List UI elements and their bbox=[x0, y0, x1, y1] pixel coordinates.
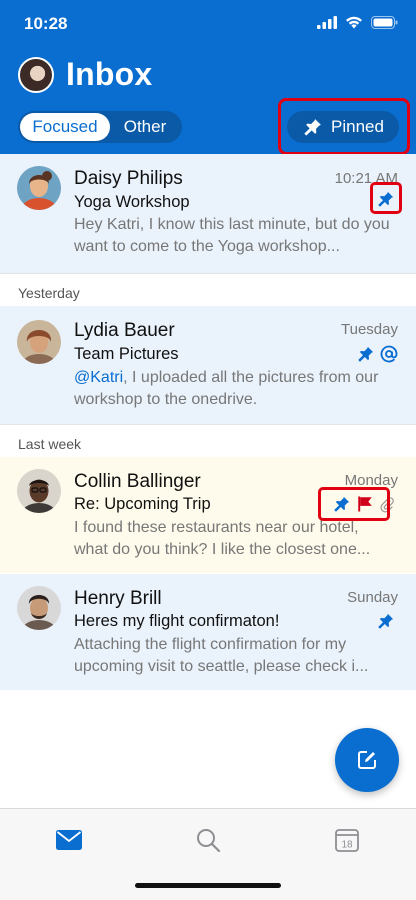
section-header-yesterday: Yesterday bbox=[0, 273, 416, 306]
email-row[interactable]: Collin Ballinger Monday Re: Upcoming Tri… bbox=[0, 457, 416, 573]
home-indicator bbox=[135, 883, 281, 888]
app-header: 10:28 Inbox Focused Other Pinned bbox=[0, 0, 416, 155]
email-subject: Yoga Workshop bbox=[74, 193, 190, 211]
inbox-segmented-control: Focused Other bbox=[18, 111, 182, 143]
signal-icon bbox=[317, 16, 337, 29]
email-status-icons bbox=[377, 612, 395, 630]
highlight-box bbox=[278, 98, 410, 155]
email-status-icons bbox=[357, 344, 399, 364]
mention-icon bbox=[380, 345, 398, 363]
email-preview: @Katri, I uploaded all the pictures from… bbox=[74, 367, 394, 411]
divider bbox=[0, 424, 416, 425]
email-subject: Team Pictures bbox=[74, 345, 179, 363]
calendar-icon: 18 bbox=[335, 829, 359, 852]
email-preview: Attaching the flight confirmation for my… bbox=[74, 636, 369, 675]
sender-avatar bbox=[17, 469, 61, 513]
sender-avatar bbox=[17, 320, 61, 364]
section-header-last-week: Last week bbox=[0, 424, 416, 457]
pin-icon bbox=[358, 346, 374, 362]
sender-name: Lydia Bauer bbox=[74, 320, 175, 341]
tab-other[interactable]: Other bbox=[110, 113, 180, 141]
tab-focused[interactable]: Focused bbox=[20, 113, 110, 141]
email-subject: Heres my flight confirmaton! bbox=[74, 612, 280, 630]
title-row: Inbox bbox=[18, 56, 152, 93]
email-date: Tuesday bbox=[341, 321, 398, 338]
sender-name: Daisy Philips bbox=[74, 168, 183, 189]
pin-icon bbox=[378, 613, 394, 629]
status-time: 10:28 bbox=[24, 14, 68, 33]
email-row[interactable]: Henry Brill Sunday Heres my flight confi… bbox=[0, 574, 416, 690]
highlight-box bbox=[370, 182, 402, 214]
search-icon bbox=[197, 829, 221, 853]
email-preview: I found these restaurants near our hotel… bbox=[74, 519, 371, 558]
page-title: Inbox bbox=[66, 56, 153, 92]
wifi-icon bbox=[346, 16, 362, 29]
divider bbox=[0, 273, 416, 274]
email-row[interactable]: Lydia Bauer Tuesday Team Pictures @Katri… bbox=[0, 306, 416, 424]
mail-icon bbox=[56, 830, 82, 850]
tab-mail[interactable] bbox=[49, 825, 89, 855]
account-avatar[interactable] bbox=[18, 56, 54, 93]
email-row[interactable]: Daisy Philips 10:21 AM Yoga Workshop Hey… bbox=[0, 154, 416, 273]
email-date: Sunday bbox=[347, 589, 398, 606]
email-preview: Hey Katri, I know this last minute, but … bbox=[74, 216, 390, 255]
status-bar: 10:28 bbox=[0, 0, 416, 48]
status-icons bbox=[317, 16, 398, 29]
tab-calendar[interactable]: 18 bbox=[327, 825, 367, 855]
email-subject: Re: Upcoming Trip bbox=[74, 495, 211, 513]
compose-icon bbox=[358, 751, 376, 769]
calendar-day: 18 bbox=[341, 840, 353, 851]
compose-button[interactable] bbox=[335, 728, 399, 792]
section-label: Yesterday bbox=[18, 285, 80, 301]
sender-avatar bbox=[17, 166, 61, 210]
battery-icon bbox=[371, 16, 398, 29]
section-label: Last week bbox=[18, 436, 82, 452]
sender-avatar bbox=[17, 586, 61, 630]
highlight-box bbox=[318, 487, 390, 521]
mention-text: @Katri bbox=[74, 369, 124, 386]
sender-name: Henry Brill bbox=[74, 588, 162, 609]
tab-search[interactable] bbox=[188, 825, 228, 855]
sender-name: Collin Ballinger bbox=[74, 471, 201, 492]
